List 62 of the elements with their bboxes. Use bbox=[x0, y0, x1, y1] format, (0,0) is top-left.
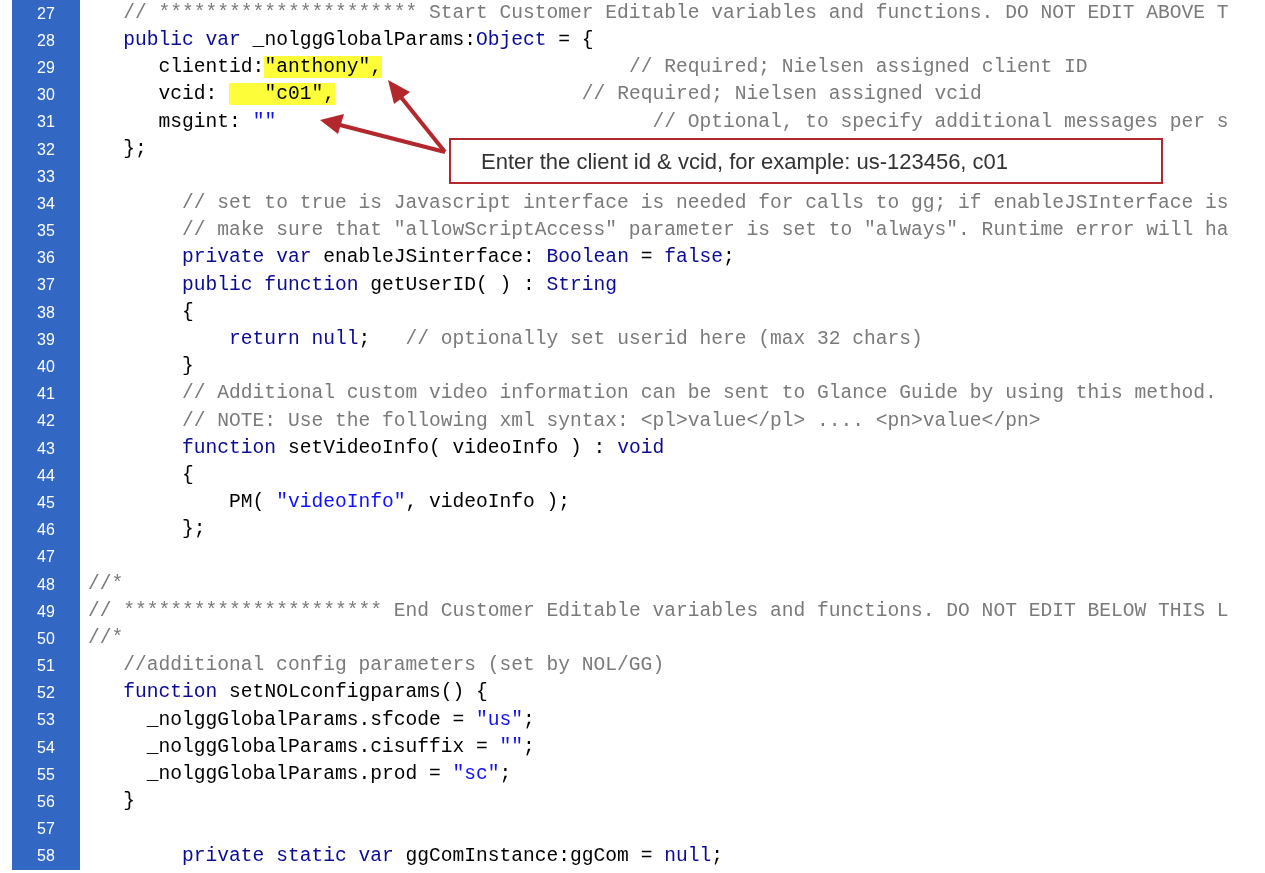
line-number: 55 bbox=[12, 761, 80, 789]
line-number: 40 bbox=[12, 353, 80, 381]
line-number: 31 bbox=[12, 108, 80, 136]
line-number: 29 bbox=[12, 54, 80, 82]
code-line: _nolggGlobalParams.prod = "sc"; bbox=[146, 765, 512, 785]
code-line: private var enableJSinterface: Boolean = false; bbox=[182, 248, 735, 269]
code-line: // ********************** End Customer Editable variables and functions. DO NOT EDIT BELOW THIS L bbox=[88, 601, 1229, 622]
line-number: 48 bbox=[12, 570, 80, 599]
line-number: 53 bbox=[12, 706, 80, 735]
code-line: //additional config parameters (set by NOL/GG) bbox=[123, 656, 665, 676]
code-line: // ********************** Start Customer Editable variables and functions. DO NOT EDIT ABOVE T bbox=[123, 3, 1229, 24]
line-number: 49 bbox=[12, 598, 80, 626]
code-line: //* bbox=[88, 629, 124, 649]
line-number: 28 bbox=[12, 27, 80, 55]
code-line: }; bbox=[182, 520, 206, 540]
line-number: 54 bbox=[12, 734, 80, 762]
code-line: function setNOLconfigparams() { bbox=[123, 683, 488, 704]
code-line: // set to true is Javascript interface is needed for calls to gg; if enableJSInterface is bbox=[182, 194, 1229, 214]
code-line: public function getUserID( ) : String bbox=[182, 275, 618, 296]
line-number: 30 bbox=[12, 81, 80, 109]
line-number: 50 bbox=[12, 625, 80, 653]
code-line: { bbox=[182, 302, 194, 323]
line-number: 44 bbox=[12, 462, 80, 490]
code-line: vcid: "c01", // Required; Nielsen assigned vcid bbox=[158, 85, 982, 105]
line-number: 57 bbox=[12, 815, 80, 843]
code-line: // NOTE: Use the following xml syntax: <pl>value</pl> .... <pn>value</pn> bbox=[182, 411, 1041, 432]
code-line: private static var ggComInstance:ggCom = null; bbox=[182, 846, 723, 867]
code-line: _nolggGlobalParams.cisuffix = ""; bbox=[146, 737, 535, 758]
code-line: msgint: "" // Optional, to specify additional messages per s bbox=[158, 112, 1229, 133]
line-number: 52 bbox=[12, 679, 80, 707]
code-line: { bbox=[182, 466, 194, 486]
code-line: _nolggGlobalParams.sfcode = "us"; bbox=[146, 710, 535, 731]
line-number: 56 bbox=[12, 788, 80, 816]
line-number: 38 bbox=[12, 299, 80, 327]
line-number: 33 bbox=[12, 163, 80, 191]
code-line: clientid:"anthony", // Required; Nielsen assigned client ID bbox=[158, 58, 1088, 78]
line-number: 45 bbox=[12, 489, 80, 517]
code-line: // Additional custom video information can be sent to Glance Guide by using this method. bbox=[182, 384, 1217, 404]
code-line: } bbox=[182, 357, 194, 377]
code-line: // make sure that "allowScriptAccess" parameter is set to "always". Runtime error will ha bbox=[182, 221, 1229, 241]
code-line: } bbox=[123, 792, 136, 812]
code-line: //* bbox=[88, 574, 124, 595]
code-line: return null; // optionally set userid here (max 32 chars) bbox=[229, 330, 923, 350]
code-line: PM( "videoInfo", videoInfo ); bbox=[229, 493, 571, 513]
line-number: 34 bbox=[12, 190, 80, 218]
line-number: 27 bbox=[12, 0, 80, 28]
line-number: 36 bbox=[12, 244, 80, 272]
line-number: 58 bbox=[12, 842, 80, 870]
code-line: public var _nolggGlobalParams:Object = { bbox=[123, 31, 594, 51]
line-number: 46 bbox=[12, 516, 80, 544]
line-number: 39 bbox=[12, 326, 80, 354]
line-number: 41 bbox=[12, 380, 80, 408]
line-number: 37 bbox=[12, 271, 80, 300]
line-number: 32 bbox=[12, 135, 80, 164]
code-line: }; bbox=[123, 139, 147, 160]
line-number: 43 bbox=[12, 435, 80, 463]
callout-note: Enter the client id & vcid, for example: us-123456, c01 bbox=[449, 138, 1163, 184]
line-number: 47 bbox=[12, 543, 80, 571]
line-number: 42 bbox=[12, 407, 80, 435]
line-number: 51 bbox=[12, 652, 80, 680]
code-line: function setVideoInfo( videoInfo ) : void bbox=[182, 438, 665, 459]
line-number: 35 bbox=[12, 217, 80, 245]
